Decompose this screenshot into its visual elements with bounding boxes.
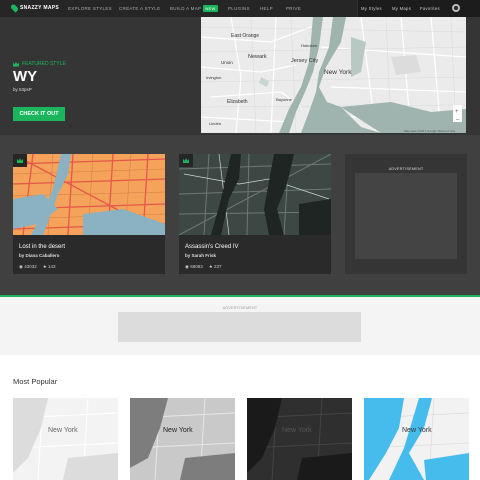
map-label-new-york: New York [48, 427, 78, 434]
map-label-new-york: New York [282, 427, 312, 434]
featured-title[interactable]: WY [13, 68, 37, 85]
crown-icon [13, 61, 19, 67]
popular-map-3[interactable]: New York [247, 398, 352, 480]
map-label-hoboken: Hoboken [301, 43, 317, 48]
most-popular-heading: Most Popular [13, 377, 58, 386]
nav-my-maps[interactable]: My Maps [392, 6, 411, 11]
views-count: ◉ 68083 [185, 264, 203, 270]
card-crown-badge [179, 154, 193, 167]
map-label-bayonne: Bayonne [276, 97, 293, 102]
style-card-assassins-creed[interactable]: Assassin's Creed IV by Sarah Frisk ◉ 680… [179, 154, 331, 274]
featured-author[interactable]: by 53psP [13, 87, 32, 92]
logo[interactable]: SNAZZY MAPS [9, 3, 60, 13]
nav-my-styles[interactable]: My Styles [361, 6, 382, 11]
ad-slot[interactable] [118, 312, 361, 342]
card-author[interactable]: by Diana Caballero [19, 253, 60, 258]
sidebar-advertisement: ADVERTISEMENT [345, 154, 467, 274]
popular-map-thumbnail: New York [247, 398, 352, 480]
user-avatar-icon[interactable] [452, 4, 460, 12]
popular-map-thumbnail: New York [130, 398, 235, 480]
views-value: 68083 [190, 264, 203, 269]
featured-map-svg: East Orange Newark Union Elizabeth Jerse… [201, 17, 466, 133]
favorites-value: 143 [48, 264, 56, 269]
nav-help[interactable]: HELP [260, 6, 273, 11]
map-label-elizabeth: Elizabeth [227, 99, 248, 105]
views-value: 43032 [24, 264, 37, 269]
views-count: ◉ 43032 [19, 264, 37, 270]
nav-build-map-label: BUILD A MAP [170, 6, 202, 11]
map-label-east-orange: East Orange [231, 33, 259, 39]
ad-slot[interactable] [355, 173, 457, 259]
map-label-jersey-city: Jersey City [291, 58, 318, 64]
popular-map-1[interactable]: New York [13, 398, 118, 480]
featured-tag-label: FEATURED STYLE [22, 61, 66, 67]
favorites-count: ★ 237 [209, 264, 222, 270]
check-it-out-button[interactable]: CHECK IT OUT [13, 107, 65, 121]
popular-map-2[interactable]: New York [130, 398, 235, 480]
style-card-lost-in-desert[interactable]: Lost in the desert by Diana Caballero ◉ … [13, 154, 165, 274]
crown-icon [183, 158, 189, 163]
top-nav: SNAZZY MAPS EXPLORE STYLES CREATE A STYL… [0, 0, 480, 17]
card-title[interactable]: Lost in the desert [19, 244, 65, 250]
nav-create-style[interactable]: CREATE A STYLE [119, 6, 160, 11]
card-thumbnail [13, 154, 165, 235]
card-stats: ◉ 68083 ★ 237 [185, 264, 222, 270]
favorites-count: ★ 143 [43, 264, 56, 270]
map-attribution: Map data ©2017 Google Terms of Use [404, 129, 456, 133]
svg-text:+: + [455, 109, 459, 115]
banner-advertisement: ADVERTISEMENT [0, 297, 480, 355]
map-label-new-york: New York [402, 427, 432, 434]
nav-build-map[interactable]: BUILD A MAP NEW [170, 5, 218, 12]
new-badge: NEW [203, 5, 218, 12]
card-author[interactable]: by Sarah Frisk [185, 253, 216, 258]
logo-text: SNAZZY MAPS [20, 5, 60, 11]
nav-favorites[interactable]: Favorites [420, 6, 440, 11]
map-label-linden: Linden [209, 121, 221, 126]
card-title[interactable]: Assassin's Creed IV [185, 244, 239, 250]
card-stats: ◉ 43032 ★ 143 [19, 264, 56, 270]
map-label-new-york: New York [324, 69, 352, 76]
card-crown-badge [13, 154, 27, 167]
popular-map-thumbnail: New York [13, 398, 118, 480]
ad-label: ADVERTISEMENT [222, 306, 258, 310]
favorites-value: 237 [214, 264, 222, 269]
zoom-controls[interactable]: + – [453, 105, 462, 123]
nav-plugins[interactable]: PLUGINS [228, 6, 250, 11]
nav-explore-styles[interactable]: EXPLORE STYLES [68, 6, 112, 11]
ad-label: ADVERTISEMENT [388, 167, 424, 171]
map-label-irvington: Irvington [206, 75, 221, 80]
map-pin-icon [9, 3, 20, 13]
popular-map-4[interactable]: New York [364, 398, 469, 480]
map-label-newark: Newark [248, 54, 267, 60]
crown-icon [17, 158, 23, 163]
map-label-union: Union [221, 60, 233, 65]
card-thumbnail [179, 154, 331, 235]
nav-prive[interactable]: PRIVE [286, 6, 301, 11]
popular-map-thumbnail: New York [364, 398, 469, 480]
featured-tag: FEATURED STYLE [13, 61, 66, 67]
map-label-new-york: New York [163, 427, 193, 434]
featured-map-preview[interactable]: East Orange Newark Union Elizabeth Jerse… [201, 17, 466, 133]
